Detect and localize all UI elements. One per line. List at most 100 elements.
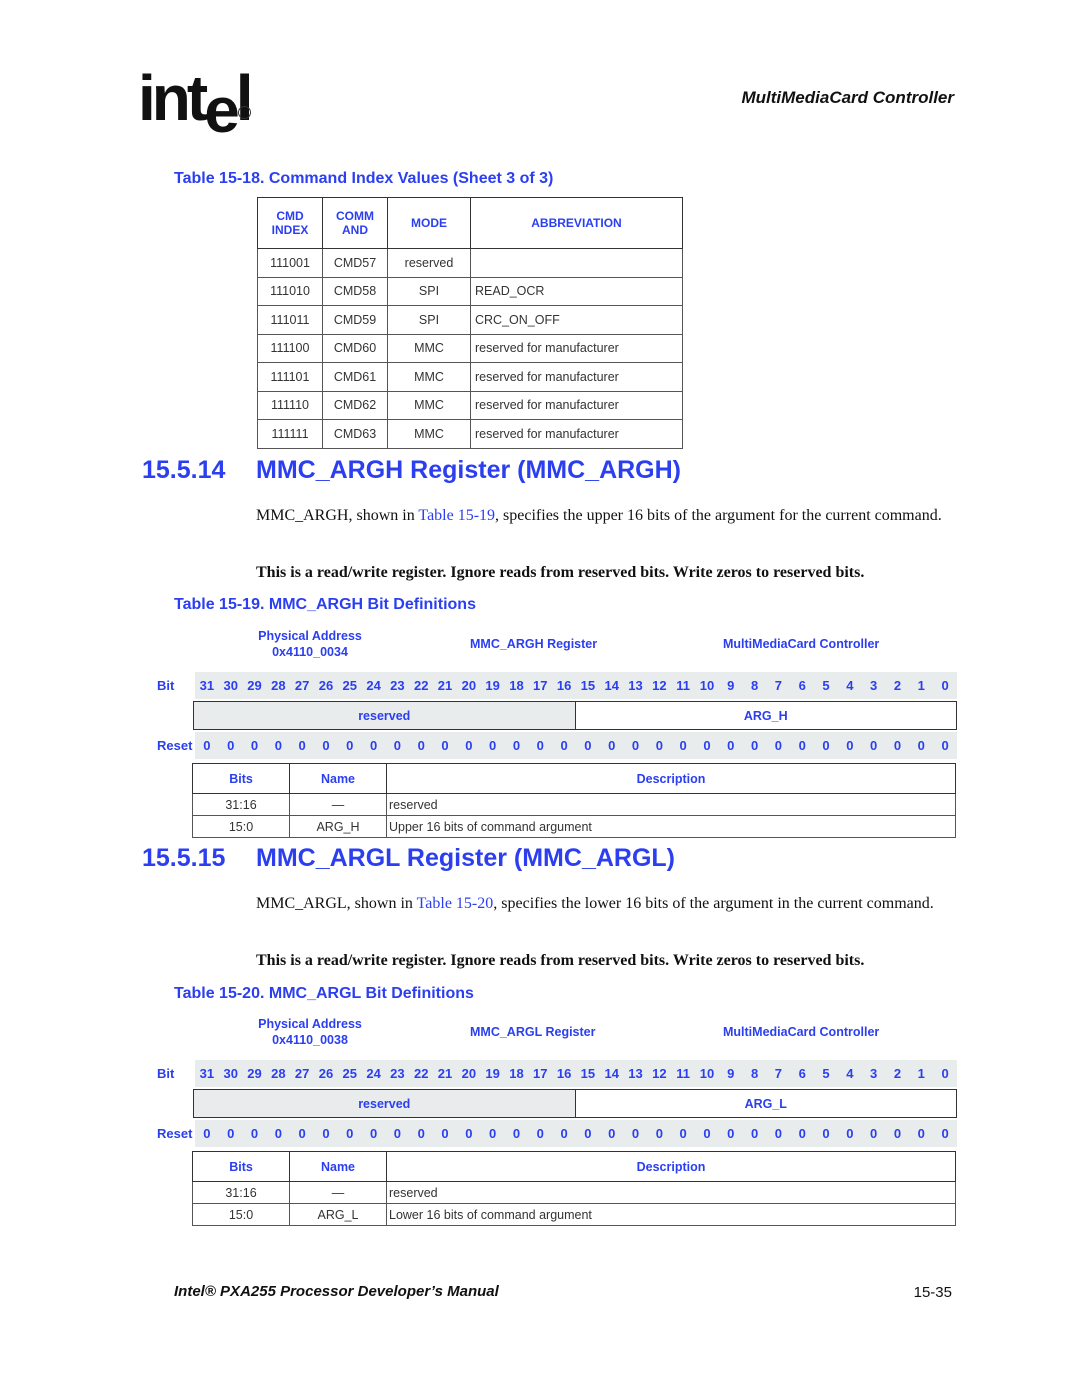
table-row: 111110 CMD62 MMC reserved for manufacturer xyxy=(257,390,683,420)
reset-value: 0 xyxy=(584,738,592,753)
reset-value: 0 xyxy=(203,1126,211,1141)
bit-number: 0 xyxy=(941,678,949,693)
cmd-index-cell: 111111 xyxy=(257,419,323,449)
section-14-note: This is a read/write register. Ignore re… xyxy=(256,564,865,581)
reset-value: 0 xyxy=(750,1126,759,1141)
bit-number: 27 xyxy=(294,1066,310,1081)
bits-cell: 31:16 xyxy=(192,1181,290,1204)
bit-number: 21 xyxy=(437,678,453,693)
reset-value: 0 xyxy=(203,738,211,753)
description-cell: Lower 16 bits of command argument xyxy=(386,1203,956,1226)
cmd-index-cell: 111110 xyxy=(257,390,323,420)
table-15-19-link[interactable]: Table 15-19 xyxy=(418,507,495,524)
reset-value: 0 xyxy=(393,1126,402,1141)
bit-number: 10 xyxy=(699,678,715,693)
reset-value: 0 xyxy=(560,1126,568,1141)
reset-value: 0 xyxy=(512,738,521,753)
abbreviation-cell: READ_OCR xyxy=(470,276,683,306)
register-header: Physical Address 0x4110_0038 MMC_ARGL Re… xyxy=(145,1016,957,1052)
bit-number: 27 xyxy=(294,678,310,693)
bit-label: Bit xyxy=(157,1066,175,1081)
bit-number: 31 xyxy=(199,678,215,693)
reset-value-row: Reset 00000000000000000000000000000000 xyxy=(145,1120,957,1147)
col-bits: Bits xyxy=(192,1151,290,1182)
reset-value: 0 xyxy=(822,738,830,753)
bit-number: 24 xyxy=(366,1066,381,1081)
reset-value: 0 xyxy=(893,1126,902,1141)
reset-value: 0 xyxy=(822,1126,830,1141)
bit-number: 21 xyxy=(437,1066,453,1081)
reset-value: 0 xyxy=(941,738,949,753)
section-title: MMC_ARGH Register (MMC_ARGH) xyxy=(256,456,682,484)
section-title: MMC_ARGL Register (MMC_ARGL) xyxy=(256,844,675,872)
mode-cell: MMC xyxy=(387,333,471,363)
description-cell: Upper 16 bits of command argument xyxy=(386,815,956,838)
bits-cell: 31:16 xyxy=(192,793,290,816)
reset-value: 0 xyxy=(727,738,735,753)
bit-number: 25 xyxy=(342,1066,358,1081)
bit-number: 19 xyxy=(485,678,500,693)
table-15-20-link[interactable]: Table 15-20 xyxy=(417,895,494,912)
reset-value: 0 xyxy=(441,738,449,753)
bit-number: 17 xyxy=(533,678,548,693)
reset-value: 0 xyxy=(298,738,306,753)
table-row: 111111 CMD63 MMC reserved for manufacturer xyxy=(257,419,683,449)
bit-number: 26 xyxy=(318,1066,334,1081)
command-cell: CMD58 xyxy=(322,276,388,306)
cmd-index-cell: 111011 xyxy=(257,305,323,335)
col-description: Description xyxy=(386,1151,956,1182)
address-value: 0x4110_0034 xyxy=(272,645,348,659)
bit-number: 24 xyxy=(366,678,381,693)
address-label: Physical Address xyxy=(258,1017,362,1031)
field-reserved: reserved xyxy=(194,702,576,729)
reset-value: 0 xyxy=(870,738,878,753)
bit-number: 17 xyxy=(533,1066,548,1081)
reset-value: 0 xyxy=(679,738,687,753)
register-fields: reserved ARG_L xyxy=(193,1089,957,1118)
reset-value: 0 xyxy=(703,1126,711,1141)
bit-number: 14 xyxy=(604,678,619,693)
command-index-table: CMD INDEX COMM AND MODE ABBREVIATION 11100… xyxy=(257,197,683,449)
reset-value: 0 xyxy=(465,738,473,753)
reset-value: 0 xyxy=(679,1126,687,1141)
table-header-row: Bits Name Description xyxy=(192,1151,956,1182)
table-row: 15:0 ARG_H Upper 16 bits of command argu… xyxy=(192,815,956,838)
para-text: MMC_ARGH, shown in xyxy=(256,507,419,524)
reset-value: 0 xyxy=(846,738,854,753)
table-row: 15:0 ARG_L Lower 16 bits of command argu… xyxy=(192,1203,956,1226)
bit-number: 22 xyxy=(413,1066,429,1081)
table-row: 111101 CMD61 MMC reserved for manufacturer xyxy=(257,362,683,392)
table-19-caption: Table 15-19. MMC_ARGH Bit Definitions xyxy=(174,596,476,613)
bit-number: 23 xyxy=(390,678,405,693)
bit-number: 8 xyxy=(750,678,759,693)
section-15-note: This is a read/write register. Ignore re… xyxy=(256,952,865,969)
bit-number: 8 xyxy=(750,1066,759,1081)
reset-value: 0 xyxy=(560,738,568,753)
reset-value: 0 xyxy=(703,738,711,753)
bit-number: 1 xyxy=(917,678,925,693)
bit-number: 29 xyxy=(247,678,262,693)
bit-number: 15 xyxy=(580,1066,596,1081)
register-diagram-argh: Physical Address 0x4110_0034 MMC_ARGH Re… xyxy=(145,628,957,838)
abbreviation-cell xyxy=(470,248,683,278)
mode-cell: MMC xyxy=(387,390,471,420)
reset-value: 0 xyxy=(584,1126,592,1141)
reset-value: 0 xyxy=(941,1126,949,1141)
chapter-title: MultiMediaCard Controller xyxy=(741,88,954,107)
reset-value: 0 xyxy=(227,738,235,753)
bit-number: 5 xyxy=(822,1066,830,1081)
mode-cell: MMC xyxy=(387,362,471,392)
bits-cell: 15:0 xyxy=(192,1203,290,1226)
reset-value: 0 xyxy=(536,1126,544,1141)
abbreviation-cell: reserved for manufacturer xyxy=(470,362,683,392)
name-cell: — xyxy=(289,1181,387,1204)
bit-number: 26 xyxy=(318,678,334,693)
reset-value: 0 xyxy=(465,1126,473,1141)
reset-value: 0 xyxy=(489,738,497,753)
bit-number: 0 xyxy=(941,1066,949,1081)
cmd-index-cell: 111101 xyxy=(257,362,323,392)
section-heading-15-5-15: 15.5.15 MMC_ARGL Register (MMC_ARGL) xyxy=(142,844,675,873)
table-row: 111001 CMD57 reserved xyxy=(257,248,683,278)
bit-number: 6 xyxy=(798,1066,806,1081)
bit-number: 7 xyxy=(774,678,783,693)
